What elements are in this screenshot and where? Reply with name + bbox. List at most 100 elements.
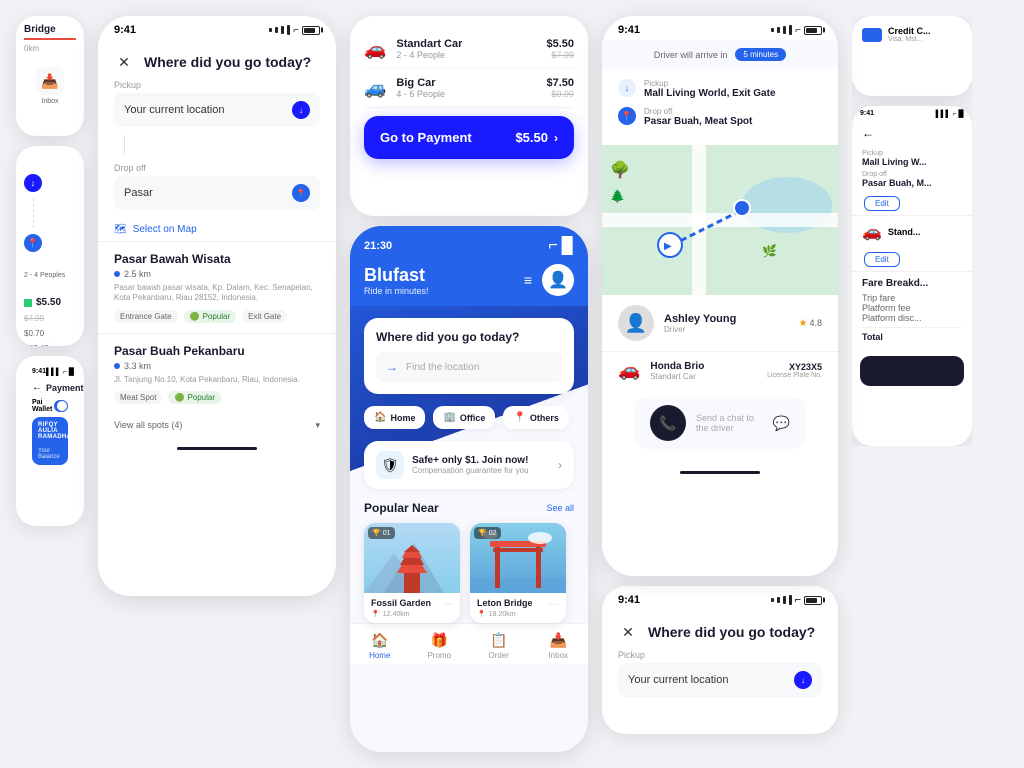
time-1: 9:41 <box>114 24 136 36</box>
divider <box>124 135 125 155</box>
car-item-1[interactable]: 🚗 Standart Car 2 - 4 People $5.50 $7.99 <box>364 30 574 69</box>
pickup-label-right: Pickup <box>862 150 962 157</box>
route-info: ↓ Pickup Mall Living World, Exit Gate 📍 … <box>602 69 838 145</box>
location-result-2[interactable]: Pasar Buah Pekanbaru 3.3 km Jl. Tanjung … <box>98 333 336 414</box>
map-phone: 9:41 ⌐ Driver will arrive in 5 minutes <box>602 16 838 576</box>
balance-label: Your Balance <box>38 448 62 460</box>
dropoff-dot-icon: 📍 <box>618 107 636 125</box>
view-all-label: View all spots (4) <box>114 420 182 431</box>
pickup-group: Pickup Your current location ↓ <box>98 80 336 127</box>
location-result-1[interactable]: Pasar Bawah Wisata 2.5 km Pasar bawah pa… <box>98 241 336 333</box>
dropoff-field[interactable]: Pasar 📍 <box>114 176 320 210</box>
bridge-label: Bridge <box>24 24 76 35</box>
location-icon: 📍 <box>24 234 42 252</box>
select-map-button[interactable]: 🗺 Select on Map <box>98 218 336 241</box>
chat-bubble-icon[interactable]: 💬 <box>773 415 790 432</box>
quick-office-button[interactable]: 🏢 Office <box>433 406 495 429</box>
arrives-text: Driver will arrive in <box>654 50 728 60</box>
pickup-value: Your current location <box>124 104 225 116</box>
back-arrow-icon[interactable]: ← <box>32 382 42 393</box>
tag-meat[interactable]: Meat Spot <box>114 391 162 404</box>
car-icon-right: 🚗 <box>862 222 882 242</box>
tag-entrance[interactable]: Entrance Gate <box>114 310 178 323</box>
nav-promo[interactable]: 🎁 Promo <box>410 632 470 660</box>
call-button[interactable]: 📞 <box>650 405 686 441</box>
pickup-field-bottom[interactable]: Your current location ↓ <box>618 663 822 697</box>
driver-details: Ashley Young Driver <box>664 313 736 334</box>
blufast-right-actions: ≡ 👤 <box>524 264 574 296</box>
col5-partial-screens: Credit C... Visa, Mst... 9:41 ▌▌▌⌐▉ ← Pi… <box>852 16 972 446</box>
wifi-icon-map: ⌐ <box>795 25 801 36</box>
inbox-icon[interactable]: 📥 <box>36 67 64 95</box>
chevron-right-icon: › <box>554 131 558 145</box>
edit-button-2[interactable]: Edit <box>864 252 900 267</box>
search-placeholder: Find the location <box>406 362 479 373</box>
pickup-arrow-icon-bottom: ↓ <box>794 671 812 689</box>
driver-arrival-info: Driver will arrive in 5 minutes <box>602 40 838 69</box>
car-item-2[interactable]: 🚙 Big Car 4 - 6 People $7.50 $9.99 <box>364 69 574 108</box>
tag-exit[interactable]: Exit Gate <box>242 310 287 323</box>
quick-home-button[interactable]: 🏠 Home <box>364 406 425 429</box>
dropoff-label-right: Drop off <box>862 171 962 178</box>
close-button-bottom[interactable]: ✕ <box>618 622 638 642</box>
nav-inbox[interactable]: 📥 Inbox <box>529 632 589 660</box>
location-pin-icon: 📍 <box>292 184 310 202</box>
blufast-header: 21:30 ⌐ ▉ Blufast Ride in minutes! ≡ <box>350 226 588 306</box>
car2-people: 4 - 6 People <box>396 89 536 99</box>
cc-sub: Visa, Mst... <box>888 36 931 43</box>
trophy-icon-2: 🏆 <box>478 529 487 537</box>
chat-row[interactable]: 📞 Send a chat to the driver 💬 <box>634 397 806 449</box>
car2-price: $7.50 <box>546 77 574 89</box>
blufast-status-bar: 21:30 ⌐ ▉ <box>364 236 574 256</box>
nav-order[interactable]: 📋 Order <box>469 632 529 660</box>
result2-distance: 3.3 km <box>114 361 320 371</box>
card1-dots-icon[interactable]: ··· <box>443 599 453 610</box>
badge-1: 🏆 01 <box>368 527 395 539</box>
back-arrow-fare[interactable]: ← <box>862 126 874 140</box>
edit-button[interactable]: Edit <box>864 196 900 211</box>
card2-dots-icon[interactable]: ··· <box>549 599 559 610</box>
search-box[interactable]: Where did you go today? → Find the locat… <box>364 318 574 394</box>
battery-icon-map <box>804 26 822 35</box>
quick-others-button[interactable]: 📍 Others <box>503 406 568 429</box>
wifi-icon-bottom: ⌐ <box>795 594 801 606</box>
close-button[interactable]: ✕ <box>114 52 134 72</box>
home-indicator-map <box>680 471 760 474</box>
battery-icon <box>302 26 320 35</box>
view-all-button[interactable]: View all spots (4) ▾ <box>98 414 336 437</box>
blufast-phone: 21:30 ⌐ ▉ Blufast Ride in minutes! ≡ <box>350 226 588 752</box>
chat-input[interactable]: Send a chat to the driver <box>696 413 763 433</box>
user-avatar[interactable]: 👤 <box>542 264 574 296</box>
promo-banner[interactable]: 🛡 Safe+ only $1. Join now! Compensation … <box>364 441 574 489</box>
battery-icon-2: ▉ <box>562 236 574 256</box>
popular-card-2[interactable]: 🏆 02 Leton Bridge ··· 📍 18.20km <box>470 523 566 623</box>
see-all-button[interactable]: See all <box>546 503 574 513</box>
pickup-field[interactable]: Your current location ↓ <box>114 93 320 127</box>
dark-action-button[interactable] <box>860 356 964 386</box>
price-old: $7.99 <box>24 314 76 323</box>
credit-card: RIFQY AULIA RAMADHAN Your Balance <box>32 417 68 465</box>
car-info-section: 🚗 Honda Brio Standart Car XY23X5 License… <box>602 351 838 389</box>
where-header-bottom: ✕ Where did you go today? <box>602 610 838 650</box>
status-bar-map: 9:41 ⌐ <box>602 16 838 40</box>
go-to-payment-button[interactable]: Go to Payment $5.50 › <box>364 116 574 159</box>
order-nav-icon: 📋 <box>490 632 507 649</box>
cc-label: Credit C... <box>888 26 931 36</box>
fare-time: 9:41 <box>860 110 874 118</box>
promo-title: Safe+ only $1. Join now! <box>412 455 529 466</box>
svg-text:🌿: 🌿 <box>762 244 777 258</box>
promo-content: 🛡 Safe+ only $1. Join now! Compensation … <box>376 451 529 479</box>
office-icon: 🏢 <box>443 412 455 423</box>
wifi-icon-2: ⌐ <box>548 237 557 255</box>
car2-prices: $7.50 $9.99 <box>546 77 574 99</box>
nav-home[interactable]: 🏠 Home <box>350 632 410 660</box>
search-input-field[interactable]: → Find the location <box>376 352 562 382</box>
map-view[interactable]: 🌳 🌲 🌿 ▶ <box>602 145 838 295</box>
popular-card-1[interactable]: 🏆 01 Fossil Garden ··· 📍 12.40km <box>364 523 460 623</box>
wallet-toggle[interactable] <box>54 400 68 412</box>
payment-partial-phone: 9:41 ▌▌▌⌐▉ ← Payment Pai Wallet RIFQY AU… <box>16 356 84 526</box>
office-label: Office <box>460 413 486 423</box>
pin-icon-card1: 📍 <box>371 610 380 618</box>
menu-icon[interactable]: ≡ <box>524 272 532 288</box>
card2-dist: 📍 18.20km <box>477 610 559 618</box>
